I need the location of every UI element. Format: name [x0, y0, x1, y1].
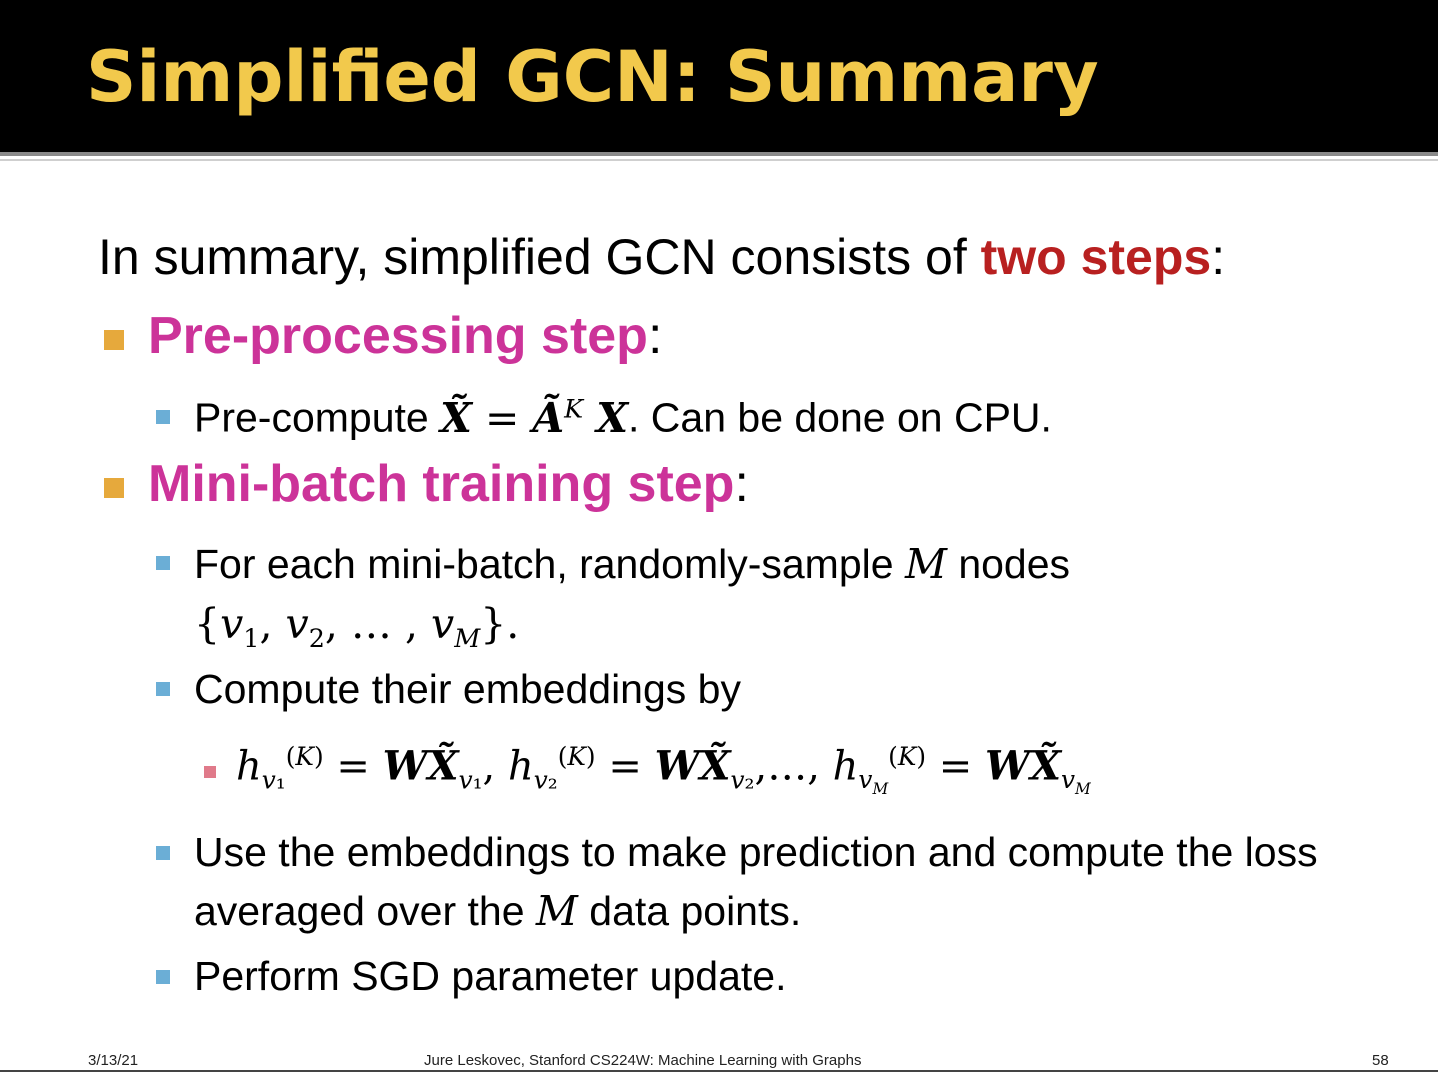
two-steps-emphasis: two steps — [980, 229, 1212, 285]
data-points-text: data points. — [577, 888, 802, 934]
preprocessing-step-colon: : — [647, 307, 663, 365]
precompute-bullet: Pre-compute X̃ = ÃK X. Can be done on C… — [194, 393, 1052, 442]
bullet-square-icon — [104, 478, 124, 498]
sgd-bullet: Perform SGD parameter update. — [194, 953, 787, 999]
footer-date: 3/13/21 — [88, 1052, 139, 1069]
footer-divider — [0, 1070, 1438, 1072]
sample-bullet-line1: For each mini-batch, randomly-sample M n… — [194, 540, 1070, 588]
title-bar: Simplified GCN: Summary — [0, 0, 1438, 152]
use-embeddings-line1: Use the embeddings to make prediction an… — [194, 829, 1318, 875]
minibatch-step-label: Mini-batch training step — [148, 455, 735, 513]
node-set-formula: {v1, v2, … , vM}. — [194, 600, 520, 654]
precompute-text: Pre-compute — [194, 394, 441, 441]
precompute-formula: X̃ = ÃK X — [440, 393, 628, 442]
header-divider — [0, 152, 1438, 156]
compute-bullet: Compute their embeddings by — [194, 666, 741, 712]
bullet-square-icon — [156, 556, 170, 570]
use-embeddings-line2: averaged over the M data points. — [194, 887, 801, 935]
preprocessing-step-label: Pre-processing step — [148, 307, 648, 365]
bullet-square-icon — [156, 410, 170, 424]
bullet-square-icon — [156, 682, 170, 696]
footer-page-number: 58 — [1372, 1052, 1389, 1069]
footer-course: Jure Leskovec, Stanford CS224W: Machine … — [424, 1052, 862, 1069]
summary-sentence: In summary, simplified GCN consists of t… — [98, 228, 1225, 286]
minibatch-step-colon: : — [734, 455, 749, 513]
var-m: M — [904, 540, 947, 588]
minibatch-step-heading: Mini-batch training step: — [148, 454, 749, 514]
bullet-square-icon — [104, 330, 124, 350]
header-divider-thin — [0, 159, 1438, 161]
preprocessing-step-heading: Pre-processing step: — [148, 306, 662, 366]
slide-title: Simplified GCN: Summary — [86, 36, 1099, 118]
precompute-cpu-text: . Can be done on CPU. — [628, 394, 1052, 441]
summary-prefix: In summary, simplified GCN consists of — [98, 229, 981, 285]
bullet-square-icon — [156, 970, 170, 984]
var-m: M — [535, 887, 578, 935]
averaged-text: averaged over the — [194, 888, 536, 934]
sample-text: For each mini-batch, randomly-sample — [194, 541, 905, 587]
nodes-text: nodes — [946, 541, 1071, 587]
bullet-square-icon — [156, 846, 170, 860]
embedding-formula: hv₁(K) = WX̃v₁, hv₂(K) = WX̃v₂,…, hvM(K)… — [236, 742, 1091, 799]
bullet-square-icon — [204, 766, 216, 778]
summary-suffix: : — [1211, 229, 1226, 285]
